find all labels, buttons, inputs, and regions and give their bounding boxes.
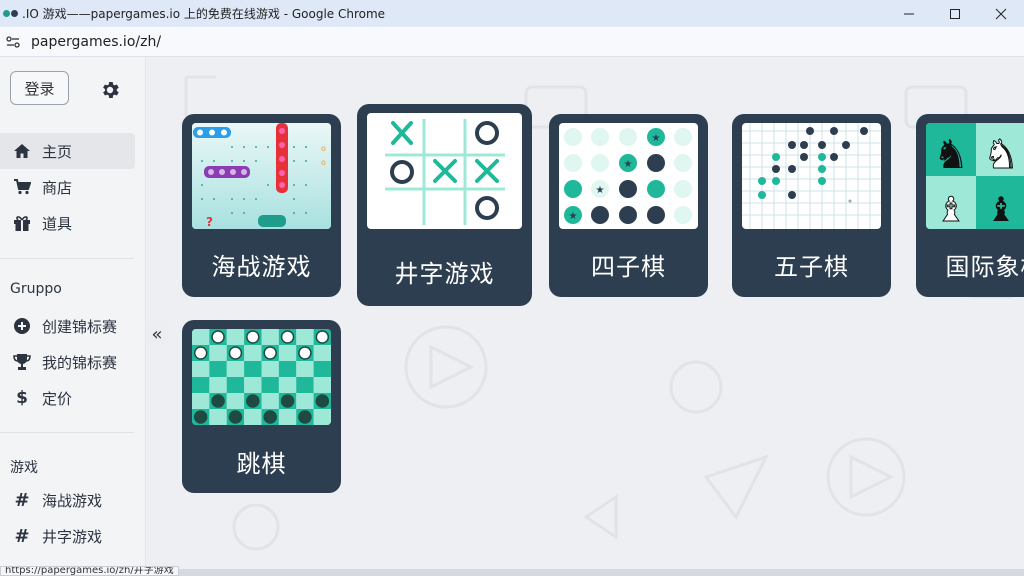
sidebar-item-label: 井字游戏: [42, 527, 103, 546]
minimize-icon[interactable]: [886, 0, 932, 27]
home-icon: [12, 141, 32, 161]
sidebar-item-tic-tac-toe[interactable]: # 井字游戏: [0, 518, 135, 554]
gift-icon: [12, 213, 32, 233]
connect-four-thumbnail: ★ ★ ★ ★: [559, 123, 698, 229]
double-chevron-left-icon: «: [151, 323, 163, 345]
game-card-label: 国际象棋: [945, 253, 1024, 281]
tic-tac-toe-thumbnail: [367, 113, 522, 229]
sidebar-section-title-group: Gruppo: [10, 281, 62, 297]
game-card-checkers[interactable]: 跳棋: [182, 320, 341, 493]
sidebar-divider: [0, 432, 134, 433]
main-content: ? o o 海战游戏 井字游戏 ★ ★ ★ ★ 四子棋 五子棋 ♞ ♞ ♝ ♝ …: [146, 57, 1024, 569]
gomoku-thumbnail: [742, 123, 881, 229]
close-icon[interactable]: [978, 0, 1024, 27]
site-settings-icon[interactable]: [5, 34, 21, 50]
sidebar-divider: [0, 258, 134, 259]
battleship-thumbnail: ? o o: [192, 123, 331, 229]
svg-text:♝: ♝: [986, 190, 1016, 229]
sidebar-item-pricing[interactable]: $ 定价: [0, 380, 135, 416]
svg-text:?: ?: [206, 215, 213, 229]
plus-circle-icon: [12, 316, 32, 336]
status-url-tooltip: https://papergames.io/zh/井字游戏: [0, 566, 179, 576]
sidebar-item-create-tournament[interactable]: 创建锦标赛: [0, 308, 135, 344]
game-card-gomoku[interactable]: 五子棋: [732, 114, 891, 297]
window-title: .IO 游戏——papergames.io 上的免费在线游戏 - Google …: [22, 7, 386, 21]
game-card-battleship[interactable]: ? o o 海战游戏: [182, 114, 341, 297]
login-button[interactable]: 登录: [10, 71, 69, 105]
svg-text:o: o: [321, 144, 326, 153]
svg-text:♝: ♝: [936, 190, 966, 229]
chess-thumbnail: ♞ ♞ ♝ ♝: [926, 123, 1024, 229]
window-titlebar: .IO 游戏——papergames.io 上的免费在线游戏 - Google …: [0, 0, 1024, 27]
svg-text:★: ★: [652, 133, 661, 144]
game-card-chess[interactable]: ♞ ♞ ♝ ♝ 国际象棋: [916, 114, 1024, 297]
sidebar-item-label: 我的锦标赛: [42, 353, 118, 372]
svg-text:★: ★: [569, 211, 578, 222]
game-card-label: 海战游戏: [211, 253, 312, 281]
svg-text:♞: ♞: [933, 132, 969, 178]
sidebar-item-my-tournaments[interactable]: 我的锦标赛: [0, 344, 135, 380]
game-card-connect-four[interactable]: ★ ★ ★ ★ 四子棋: [549, 114, 708, 297]
sidebar-item-label: 创建锦标赛: [42, 317, 118, 336]
game-card-label: 四子棋: [591, 253, 666, 281]
game-card-label: 五子棋: [774, 253, 849, 281]
svg-text:o: o: [321, 158, 326, 167]
sidebar-item-home[interactable]: 主页: [0, 133, 135, 169]
sidebar-item-shop[interactable]: 商店: [0, 169, 135, 205]
sidebar-item-label: 商店: [42, 178, 73, 197]
sidebar-item-label: 主页: [42, 142, 73, 161]
sidebar: 登录 主页 商店 道具 Gruppo 创建锦标赛 我的锦标赛 $ 定价 游戏 #…: [0, 57, 146, 569]
papergames-favicon-icon: [3, 9, 21, 19]
trophy-icon: [12, 352, 32, 372]
checkers-thumbnail: [192, 329, 331, 425]
dollar-icon: $: [16, 388, 28, 408]
address-bar[interactable]: papergames.io/zh/: [0, 27, 1024, 57]
sidebar-item-label: 定价: [42, 389, 73, 408]
sidebar-item-battleship[interactable]: # 海战游戏: [0, 482, 135, 518]
sidebar-item-label: 海战游戏: [42, 491, 103, 510]
game-card-label: 跳棋: [236, 450, 287, 478]
sidebar-item-items[interactable]: 道具: [0, 205, 135, 241]
cart-icon: [12, 177, 32, 197]
collapse-sidebar-button[interactable]: «: [146, 322, 168, 346]
gear-icon[interactable]: [99, 79, 121, 101]
maximize-icon[interactable]: [932, 0, 978, 27]
svg-text:♞: ♞: [983, 132, 1019, 178]
sidebar-section-title-games: 游戏: [10, 460, 38, 476]
url-text[interactable]: papergames.io/zh/: [31, 34, 161, 50]
hash-icon: #: [14, 525, 30, 547]
hash-icon: #: [14, 489, 30, 511]
game-card-tic-tac-toe[interactable]: 井字游戏: [357, 104, 532, 306]
svg-text:★: ★: [596, 185, 605, 196]
svg-text:★: ★: [624, 159, 633, 170]
sidebar-item-label: 道具: [42, 214, 73, 233]
game-card-label: 井字游戏: [394, 260, 495, 288]
